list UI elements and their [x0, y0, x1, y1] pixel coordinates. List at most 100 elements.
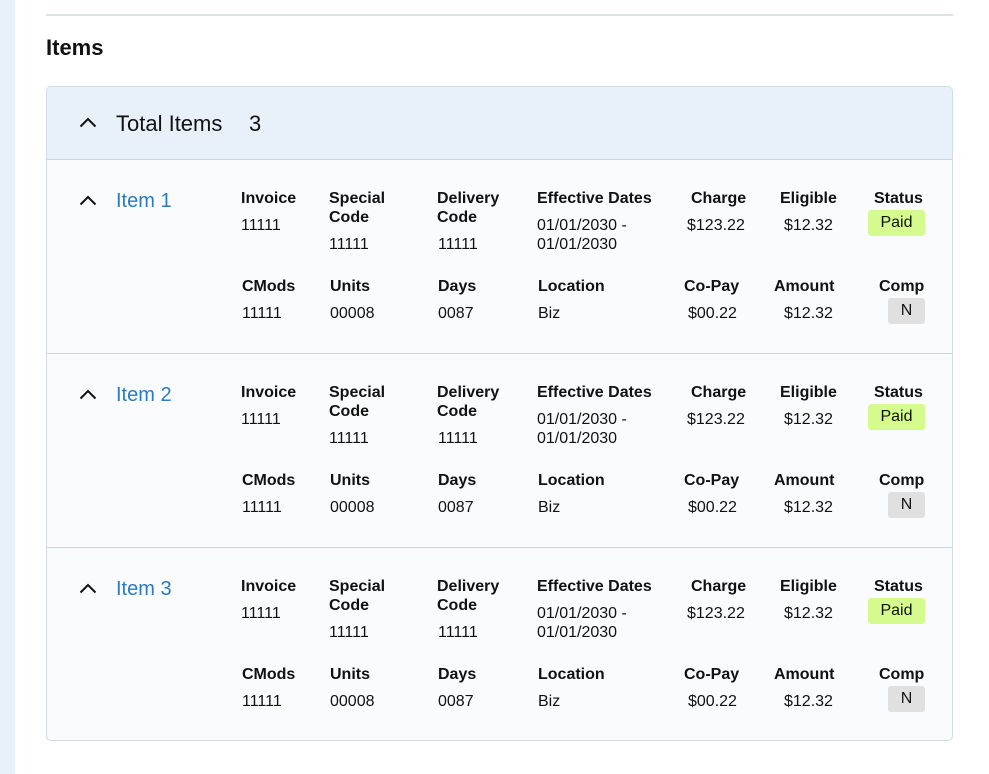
special-code-value: 11111 — [329, 236, 369, 253]
invoice-label: Invoice — [241, 578, 297, 595]
special-code-value: 11111 — [329, 430, 369, 447]
days-label: Days — [438, 278, 477, 295]
total-items-label: Total Items — [116, 111, 223, 136]
location-label: Location — [538, 666, 605, 683]
days-label: Days — [438, 666, 477, 683]
section-title: Items — [46, 35, 104, 60]
delivery-code-label: Delivery — [437, 190, 500, 207]
special-code-value: 11111 — [329, 624, 369, 641]
delivery-code-value: 11111 — [438, 624, 478, 641]
effective-date-to: 01/01/2030 — [537, 430, 618, 447]
comp-label: Comp — [879, 278, 925, 295]
chevron-up-icon[interactable] — [79, 583, 97, 594]
left-rail — [0, 0, 15, 774]
cmods-value: 11111 — [242, 305, 282, 322]
eligible-label: Eligible — [780, 190, 837, 207]
cmods-label: CMods — [242, 666, 296, 683]
units-label: Units — [330, 278, 370, 295]
invoice-value: 11111 — [241, 411, 281, 428]
amount-label: Amount — [774, 666, 835, 683]
invoice-value: 11111 — [241, 217, 281, 234]
delivery-code-label: Delivery — [437, 578, 500, 595]
item-link[interactable]: Item 3 — [116, 577, 172, 601]
effective-date-to: 01/01/2030 — [537, 624, 618, 641]
special-code-label: Code — [329, 209, 369, 226]
delivery-code-label: Code — [437, 597, 477, 614]
eligible-label: Eligible — [780, 384, 837, 401]
item-row: Item 3 Invoice 11111 Special Code 11111 … — [47, 548, 952, 740]
item-link[interactable]: Item 1 — [116, 189, 172, 213]
effective-dates-label: Effective Dates — [537, 384, 652, 401]
copay-label: Co-Pay — [684, 278, 740, 295]
units-label: Units — [330, 666, 370, 683]
items-panel: Total Items 3 Item 1 Invoice 11111 Speci… — [46, 86, 953, 741]
total-items-count: 3 — [249, 111, 262, 136]
chevron-up-icon[interactable] — [79, 195, 97, 206]
units-label: Units — [330, 472, 370, 489]
delivery-code-value: 11111 — [438, 430, 478, 447]
location-label: Location — [538, 472, 605, 489]
comp-badge: N — [888, 298, 925, 324]
copay-label: Co-Pay — [684, 666, 740, 683]
copay-value: $00.22 — [688, 693, 737, 710]
location-value: Biz — [538, 693, 561, 710]
delivery-code-value: 11111 — [438, 236, 478, 253]
units-value: 00008 — [330, 693, 375, 710]
delivery-code-label: Code — [437, 209, 477, 226]
invoice-value: 11111 — [241, 605, 281, 622]
special-code-label: Code — [329, 597, 369, 614]
status-label: Status — [874, 384, 923, 401]
eligible-value: $12.32 — [784, 411, 833, 428]
amount-value: $12.32 — [784, 499, 833, 516]
cmods-label: CMods — [242, 278, 296, 295]
days-value: 0087 — [438, 305, 474, 322]
divider — [46, 14, 953, 16]
charge-value: $123.22 — [687, 605, 745, 622]
status-label: Status — [874, 190, 923, 207]
chevron-up-icon[interactable] — [79, 389, 97, 400]
charge-value: $123.22 — [687, 411, 745, 428]
copay-label: Co-Pay — [684, 472, 740, 489]
amount-label: Amount — [774, 472, 835, 489]
status-badge: Paid — [868, 598, 925, 624]
charge-label: Charge — [691, 384, 747, 401]
location-value: Biz — [538, 305, 561, 322]
item-link[interactable]: Item 2 — [116, 383, 172, 407]
item-row: Item 2 Invoice 11111 Special Code 11111 … — [47, 354, 952, 548]
effective-date-from: 01/01/2030 - — [537, 411, 627, 428]
delivery-code-label: Code — [437, 403, 477, 420]
special-code-label: Special — [329, 384, 386, 401]
total-items-header[interactable]: Total Items 3 — [47, 87, 952, 160]
charge-label: Charge — [691, 190, 747, 207]
days-value: 0087 — [438, 499, 474, 516]
charge-label: Charge — [691, 578, 747, 595]
copay-value: $00.22 — [688, 305, 737, 322]
special-code-label: Special — [329, 578, 386, 595]
eligible-value: $12.32 — [784, 217, 833, 234]
amount-value: $12.32 — [784, 305, 833, 322]
units-value: 00008 — [330, 305, 375, 322]
status-label: Status — [874, 578, 923, 595]
copay-value: $00.22 — [688, 499, 737, 516]
comp-label: Comp — [879, 666, 925, 683]
effective-date-from: 01/01/2030 - — [537, 217, 627, 234]
eligible-value: $12.32 — [784, 605, 833, 622]
effective-dates-label: Effective Dates — [537, 190, 652, 207]
status-badge: Paid — [868, 210, 925, 236]
invoice-label: Invoice — [241, 384, 297, 401]
comp-label: Comp — [879, 472, 925, 489]
units-value: 00008 — [330, 499, 375, 516]
chevron-up-icon[interactable] — [79, 117, 97, 128]
comp-badge: N — [888, 492, 925, 518]
effective-date-to: 01/01/2030 — [537, 236, 618, 253]
effective-date-from: 01/01/2030 - — [537, 605, 627, 622]
cmods-value: 11111 — [242, 693, 282, 710]
eligible-label: Eligible — [780, 578, 837, 595]
comp-badge: N — [888, 686, 925, 712]
days-label: Days — [438, 472, 477, 489]
item-row: Item 1 Invoice 11111 Special Code 11111 … — [47, 160, 952, 354]
invoice-label: Invoice — [241, 190, 297, 207]
delivery-code-label: Delivery — [437, 384, 500, 401]
status-badge: Paid — [868, 404, 925, 430]
location-label: Location — [538, 278, 605, 295]
